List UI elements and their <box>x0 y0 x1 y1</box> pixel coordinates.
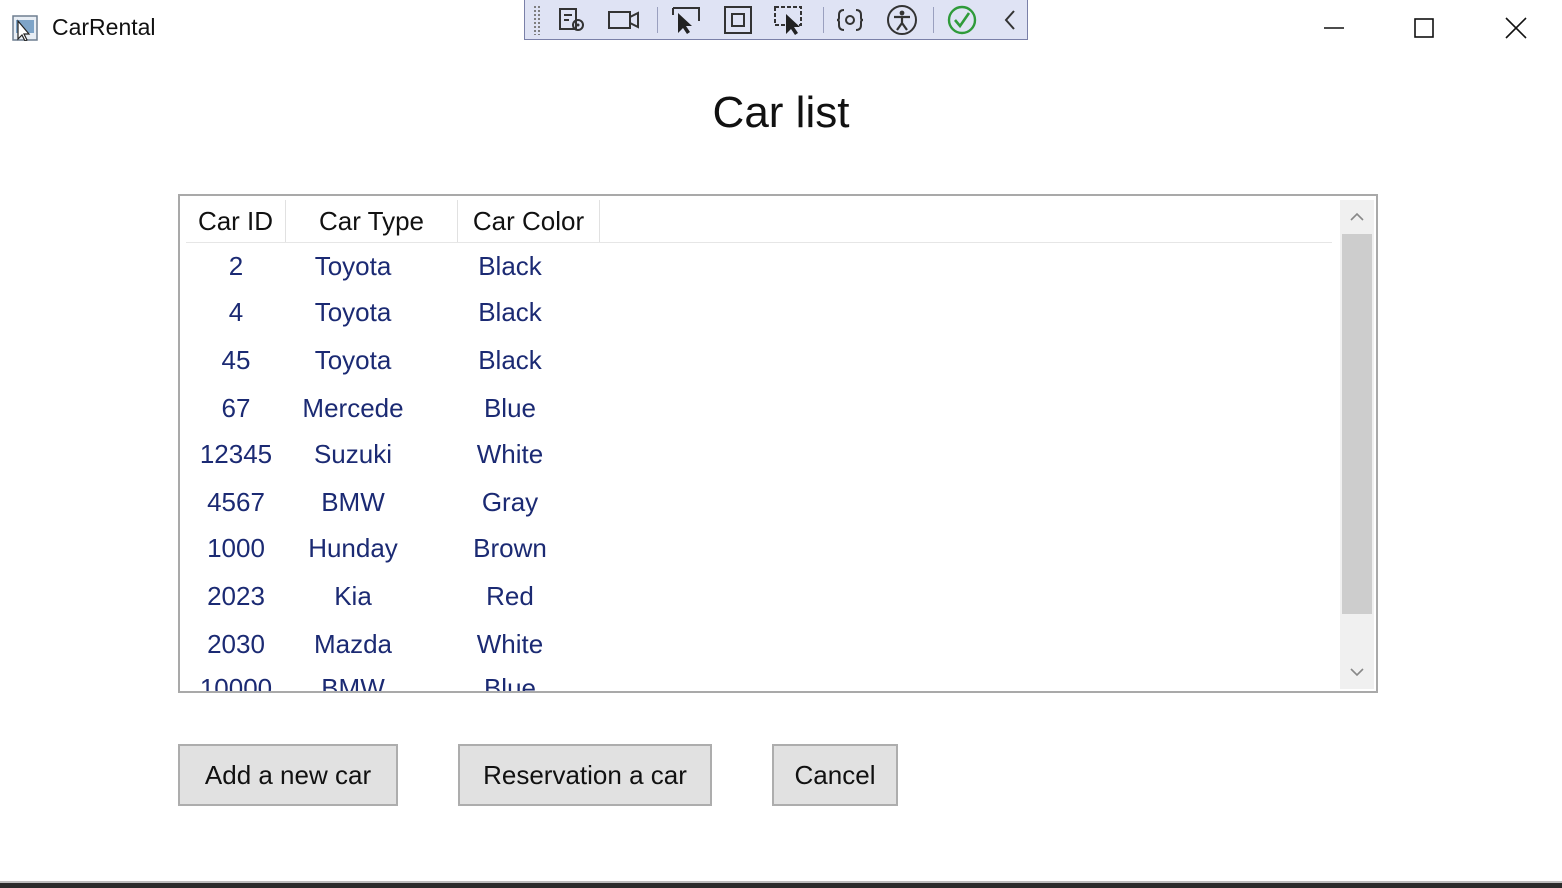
car-type-cell: Mercede <box>302 393 404 423</box>
car-type-cell: Kia <box>334 581 372 611</box>
cancel-button[interactable]: Cancel <box>772 744 898 806</box>
table-row[interactable]: 67 Mercede Blue <box>186 384 1332 432</box>
reservation-button[interactable]: Reservation a car <box>458 744 712 806</box>
maximize-icon <box>1414 18 1434 38</box>
table-row[interactable]: 12345 Suzuki White <box>186 430 1332 478</box>
page-title: Car list <box>712 88 850 137</box>
car-id-cell: 2030 <box>207 629 265 659</box>
debug-toolbar <box>524 0 1028 40</box>
car-type-cell: Suzuki <box>313 439 393 469</box>
car-color-cell: White <box>476 629 544 659</box>
table-row[interactable]: 2 Toyota Black <box>186 242 1332 290</box>
car-type-cell: Toyota <box>314 251 392 281</box>
car-color-cell: Gray <box>481 487 539 517</box>
car-color-cell: Brown <box>473 533 547 563</box>
car-color-cell: White <box>476 439 544 469</box>
car-color-cell: Blue <box>483 673 537 693</box>
car-id-cell: 45 <box>221 345 251 375</box>
toolbar-separator <box>933 7 934 33</box>
table-row[interactable]: 1000 Hunday Brown <box>186 524 1332 572</box>
toolbar-separator <box>657 7 658 33</box>
window-title: CarRental <box>52 14 156 40</box>
car-type-cell: BMW <box>321 673 385 693</box>
car-type-cell: Toyota <box>314 297 392 327</box>
record-icon[interactable] <box>607 4 641 36</box>
car-id-cell: 12345 <box>199 439 273 469</box>
background-window-edge <box>0 881 1562 888</box>
collapse-icon[interactable] <box>993 4 1027 36</box>
chevron-up-icon <box>1350 212 1364 221</box>
display-layout-adorners-icon[interactable] <box>721 4 755 36</box>
add-car-button[interactable]: Add a new car <box>178 744 398 806</box>
car-list-view[interactable]: Car ID Car Type Car Color 2 Toyota Black… <box>178 194 1378 693</box>
car-color-cell: Blue <box>483 393 537 423</box>
car-id-cell: 1000 <box>207 533 265 563</box>
car-id-cell: 10000 <box>199 673 273 693</box>
scroll-down-button[interactable] <box>1340 655 1374 689</box>
car-color-cell: Black <box>478 345 542 375</box>
chevron-down-icon <box>1350 668 1364 677</box>
hot-reload-icon[interactable] <box>833 4 867 36</box>
car-color-cell: Red <box>486 581 534 611</box>
app-icon[interactable] <box>12 15 38 42</box>
minimize-button[interactable] <box>1309 6 1359 50</box>
table-row[interactable]: 45 Toyota Black <box>186 336 1332 384</box>
scroll-up-button[interactable] <box>1340 200 1374 234</box>
car-id-cell: 4 <box>228 297 244 327</box>
car-id-cell: 4567 <box>207 487 265 517</box>
car-type-cell: BMW <box>321 487 385 517</box>
car-type-cell: Toyota <box>314 345 392 375</box>
live-visual-tree-icon[interactable] <box>555 4 589 36</box>
toolbar-separator <box>823 7 824 33</box>
car-id-cell: 2023 <box>207 581 265 611</box>
table-row[interactable]: 2030 Mazda White <box>186 620 1332 668</box>
scrollbar-thumb[interactable] <box>1342 234 1372 614</box>
column-header-car-id[interactable]: Car ID <box>186 200 286 242</box>
column-header-car-type[interactable]: Car Type <box>286 200 458 242</box>
table-row[interactable]: 2023 Kia Red <box>186 572 1332 620</box>
divider <box>0 881 1562 883</box>
select-element-icon[interactable] <box>669 4 703 36</box>
column-header-car-color[interactable]: Car Color <box>458 200 600 242</box>
minimize-icon <box>1324 27 1344 29</box>
table-row[interactable]: 4567 BMW Gray <box>186 478 1332 526</box>
close-button[interactable] <box>1491 6 1541 50</box>
maximize-button[interactable] <box>1399 6 1449 50</box>
table-row[interactable]: 4 Toyota Black <box>186 288 1332 336</box>
car-id-cell: 2 <box>228 251 244 281</box>
toolbar-grip[interactable] <box>533 5 541 35</box>
vertical-scrollbar[interactable] <box>1340 200 1374 689</box>
column-header-row: Car ID Car Type Car Color <box>186 200 1332 243</box>
table-row[interactable]: 10000 BMW Blue <box>186 664 1332 693</box>
car-color-cell: Black <box>478 251 542 281</box>
car-type-cell: Mazda <box>313 629 393 659</box>
accessibility-checker-icon[interactable] <box>885 4 919 36</box>
car-id-cell: 67 <box>221 393 251 423</box>
car-color-cell: Black <box>478 297 542 327</box>
track-focus-icon[interactable] <box>773 4 807 36</box>
binding-status-ok-icon[interactable] <box>945 4 979 36</box>
car-type-cell: Hunday <box>308 533 398 563</box>
close-icon <box>1505 17 1527 39</box>
